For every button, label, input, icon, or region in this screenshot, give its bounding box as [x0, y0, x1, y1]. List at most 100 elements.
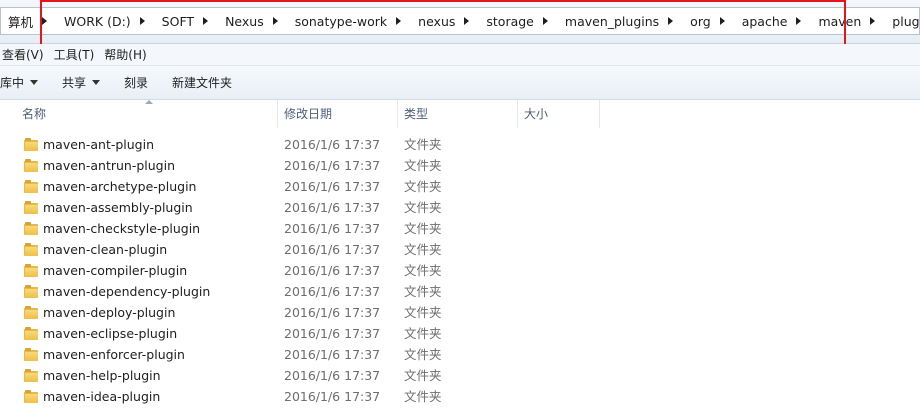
- column-header-type[interactable]: 类型: [398, 100, 518, 128]
- burn-label: 刻录: [124, 76, 149, 90]
- folder-icon: [24, 348, 38, 361]
- file-type: 文件夹: [404, 263, 442, 278]
- breadcrumb-item[interactable]: plugins: [885, 8, 920, 34]
- breadcrumb-label: maven_plugins: [564, 13, 660, 29]
- file-type: 文件夹: [404, 389, 442, 404]
- breadcrumb-item[interactable]: maven_plugins: [558, 8, 683, 34]
- file-type: 文件夹: [404, 221, 442, 236]
- burn-button[interactable]: 刻录: [112, 66, 160, 99]
- breadcrumb-chevron-icon[interactable]: [719, 17, 725, 25]
- breadcrumb-label: SOFT: [161, 13, 195, 29]
- folder-icon: [24, 201, 38, 214]
- breadcrumb-item[interactable]: apache: [735, 8, 812, 34]
- folder-icon: [24, 243, 38, 256]
- breadcrumb-item[interactable]: sonatype-work: [288, 8, 411, 34]
- chevron-down-icon: [92, 80, 101, 85]
- breadcrumb-chevron-icon[interactable]: [272, 17, 278, 25]
- file-type: 文件夹: [404, 347, 442, 362]
- breadcrumb-chevron-icon[interactable]: [203, 17, 209, 25]
- menu-help[interactable]: 帮助(H): [102, 46, 154, 63]
- file-row[interactable]: maven-help-plugin 2016/1/6 17:37 文件夹: [0, 365, 920, 386]
- folder-icon: [24, 264, 38, 277]
- file-row[interactable]: maven-ant-plugin 2016/1/6 17:37 文件夹: [0, 134, 920, 155]
- file-modified-date: 2016/1/6 17:37: [284, 284, 381, 299]
- breadcrumb-item[interactable]: org: [683, 8, 735, 34]
- file-modified-date: 2016/1/6 17:37: [284, 305, 381, 320]
- menu-tools[interactable]: 工具(T): [52, 46, 103, 63]
- file-name: maven-help-plugin: [43, 368, 161, 383]
- breadcrumb-item[interactable]: WORK (D:): [57, 8, 155, 34]
- chevron-down-icon: [30, 80, 39, 85]
- new-folder-button[interactable]: 新建文件夹: [160, 66, 244, 99]
- file-list: maven-ant-plugin 2016/1/6 17:37 文件夹 maven-a…: [0, 134, 920, 407]
- file-modified-date: 2016/1/6 17:37: [284, 137, 381, 152]
- file-row[interactable]: maven-clean-plugin 2016/1/6 17:37 文件夹: [0, 239, 920, 260]
- breadcrumb-chevron-icon[interactable]: [42, 17, 48, 25]
- menu-bar: 查看(V) 工具(T) 帮助(H): [0, 44, 920, 66]
- breadcrumb-label: storage: [486, 13, 534, 29]
- address-bar-area: 算机 WORK (D:) SOFT Nexus sonatype-work nexus st…: [0, 0, 920, 46]
- breadcrumb-label: nexus: [418, 13, 456, 29]
- breadcrumb-chevron-icon[interactable]: [464, 17, 470, 25]
- file-type: 文件夹: [404, 158, 442, 173]
- address-bar[interactable]: 算机 WORK (D:) SOFT Nexus sonatype-work nexus st…: [0, 7, 920, 35]
- breadcrumb-chevron-icon[interactable]: [542, 17, 548, 25]
- file-row[interactable]: maven-compiler-plugin 2016/1/6 17:37 文件夹: [0, 260, 920, 281]
- folder-icon: [24, 306, 38, 319]
- breadcrumb-label: maven: [818, 13, 862, 29]
- breadcrumb-item[interactable]: storage: [479, 8, 558, 34]
- menu-view[interactable]: 查看(V): [0, 46, 52, 63]
- include-in-library-label: 库中: [0, 76, 25, 90]
- include-in-library-button[interactable]: 库中: [0, 66, 50, 99]
- file-name: maven-eclipse-plugin: [43, 326, 178, 341]
- column-header-modified[interactable]: 修改日期: [278, 100, 398, 128]
- breadcrumb-label: WORK (D:): [64, 13, 131, 29]
- breadcrumb-chevron-icon[interactable]: [668, 17, 674, 25]
- file-type: 文件夹: [404, 326, 442, 341]
- folder-icon: [24, 327, 38, 340]
- file-type: 文件夹: [404, 284, 442, 299]
- file-row[interactable]: maven-assembly-plugin 2016/1/6 17:37 文件夹: [0, 197, 920, 218]
- breadcrumb-label: 算机: [8, 14, 34, 30]
- file-name: maven-checkstyle-plugin: [43, 221, 201, 236]
- share-label: 共享: [62, 76, 87, 90]
- folder-icon: [24, 138, 38, 151]
- file-name: maven-enforcer-plugin: [43, 347, 185, 362]
- breadcrumb-item[interactable]: 算机: [1, 8, 57, 34]
- file-row[interactable]: maven-antrun-plugin 2016/1/6 17:37 文件夹: [0, 155, 920, 176]
- file-modified-date: 2016/1/6 17:37: [284, 263, 381, 278]
- file-modified-date: 2016/1/6 17:37: [284, 200, 381, 215]
- file-name: maven-archetype-plugin: [43, 179, 197, 194]
- file-type: 文件夹: [404, 200, 442, 215]
- file-row[interactable]: maven-checkstyle-plugin 2016/1/6 17:37 文件夹: [0, 218, 920, 239]
- share-button[interactable]: 共享: [50, 66, 112, 99]
- breadcrumb-chevron-icon[interactable]: [139, 17, 145, 25]
- file-row[interactable]: maven-dependency-plugin 2016/1/6 17:37 文件夹: [0, 281, 920, 302]
- file-type: 文件夹: [404, 368, 442, 383]
- file-row[interactable]: maven-archetype-plugin 2016/1/6 17:37 文件夹: [0, 176, 920, 197]
- breadcrumb-label: org: [690, 13, 711, 29]
- breadcrumb-item[interactable]: SOFT: [155, 8, 218, 34]
- toolbar: 库中 共享 刻录 新建文件夹: [0, 66, 920, 100]
- file-row[interactable]: maven-enforcer-plugin 2016/1/6 17:37 文件夹: [0, 344, 920, 365]
- breadcrumb-item[interactable]: Nexus: [218, 8, 288, 34]
- file-modified-date: 2016/1/6 17:37: [284, 179, 381, 194]
- file-name: maven-ant-plugin: [43, 137, 155, 152]
- folder-icon: [24, 180, 38, 193]
- breadcrumb-label: plugins: [892, 13, 920, 29]
- file-row[interactable]: maven-eclipse-plugin 2016/1/6 17:37 文件夹: [0, 323, 920, 344]
- column-header-size[interactable]: 大小: [518, 100, 600, 128]
- column-header-name[interactable]: 名称: [16, 100, 278, 128]
- breadcrumb-chevron-icon[interactable]: [396, 17, 402, 25]
- file-row[interactable]: maven-idea-plugin 2016/1/6 17:37 文件夹: [0, 386, 920, 407]
- breadcrumb-item[interactable]: nexus: [411, 8, 479, 34]
- new-folder-label: 新建文件夹: [172, 76, 233, 90]
- breadcrumb-chevron-icon[interactable]: [870, 17, 876, 25]
- breadcrumb-chevron-icon[interactable]: [796, 17, 802, 25]
- file-type: 文件夹: [404, 137, 442, 152]
- file-row[interactable]: maven-deploy-plugin 2016/1/6 17:37 文件夹: [0, 302, 920, 323]
- breadcrumb-item[interactable]: maven: [811, 8, 885, 34]
- file-name: maven-assembly-plugin: [43, 200, 193, 215]
- folder-icon: [24, 159, 38, 172]
- file-modified-date: 2016/1/6 17:37: [284, 242, 381, 257]
